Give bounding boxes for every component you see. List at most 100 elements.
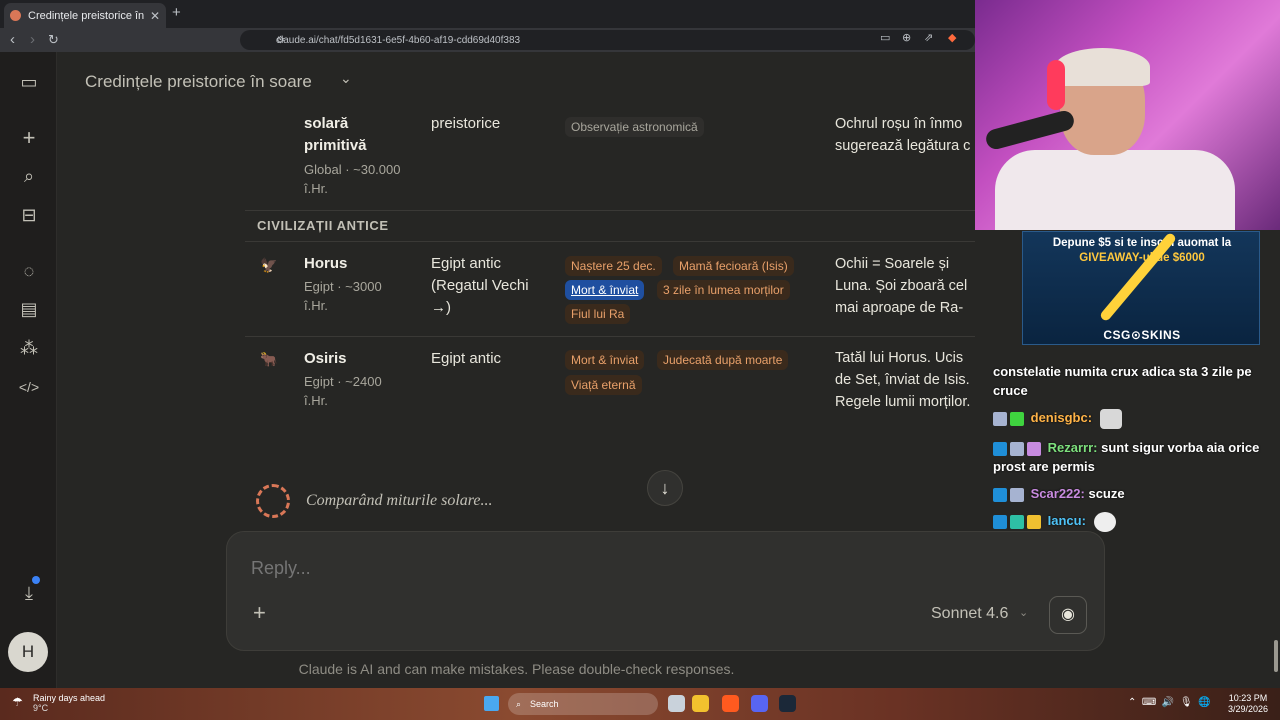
- table-cell-meta: Egipt · ~2400 î.Hr.: [304, 374, 382, 408]
- close-tab-icon[interactable]: ✕: [150, 9, 160, 23]
- chat-username: denisgbc:: [1030, 410, 1093, 425]
- table-divider: [245, 336, 975, 337]
- falcon-icon: 🦅: [260, 257, 278, 273]
- taskbar-search[interactable]: ⌕ Search: [508, 693, 658, 715]
- chat-main: Credințele preistorice în soare ⌄ solară…: [58, 52, 1105, 688]
- brave-browser-icon[interactable]: [722, 695, 739, 712]
- clock-date: 3/29/2026: [1228, 704, 1269, 714]
- file-explorer-icon[interactable]: [692, 695, 709, 712]
- banner-text: Depune $5 si te inscrii auomat la GIVEAW…: [1029, 236, 1255, 266]
- avatar[interactable]: H: [8, 632, 48, 672]
- tag: 3 zile în lumea morților: [657, 280, 790, 300]
- table-cell-period: preistorice: [431, 115, 501, 132]
- scrollbar[interactable]: [1274, 640, 1278, 672]
- weather-temp: 9°C: [33, 703, 49, 713]
- clock[interactable]: 10:23 PM 3/29/2026: [1228, 693, 1268, 715]
- download-icon[interactable]: ⤓: [16, 580, 42, 606]
- forward-icon[interactable]: ›: [30, 31, 35, 49]
- brave-shield-icon[interactable]: ◆: [948, 31, 956, 44]
- share-icon[interactable]: ⇗: [924, 31, 933, 44]
- microphone-icon: [983, 108, 1077, 152]
- emote-icon: [1093, 511, 1116, 532]
- tab-title: Credințele preistorice în soare ·: [28, 9, 144, 22]
- chat-username: Iancu:: [1047, 513, 1086, 528]
- badge-icon: [993, 487, 1007, 502]
- chats-icon[interactable]: ◌: [16, 258, 42, 284]
- headphones-icon: [1047, 60, 1065, 110]
- badge-icon: [1027, 514, 1041, 529]
- tag: Judecată după moarte: [657, 350, 789, 370]
- section-heading: CIVILIZAȚII ANTICE: [257, 218, 389, 233]
- chat-message: Rezarrr: sunt sigur vorba aia orice pros…: [993, 438, 1263, 476]
- cast-icon[interactable]: ▭: [880, 31, 890, 44]
- bull-icon: 🐂: [260, 351, 278, 367]
- reload-icon[interactable]: ↻: [48, 31, 59, 49]
- add-attachment-button[interactable]: +: [253, 600, 266, 626]
- tag: Naștere 25 dec.: [565, 256, 662, 276]
- library-icon[interactable]: ▤: [16, 296, 42, 322]
- chat-message-text: constelatie numita crux adica sta 3 zile…: [993, 364, 1252, 398]
- task-view-icon[interactable]: [668, 695, 685, 712]
- tag: Fiul lui Ra: [565, 304, 631, 324]
- chat-message: denisgbc:: [993, 408, 1122, 429]
- steam-icon[interactable]: [779, 695, 796, 712]
- code-icon[interactable]: </>: [16, 374, 42, 400]
- table-cell-desc: Ochii = Soarele și Luna. Șoi zboară cel …: [835, 256, 968, 316]
- weather-widget[interactable]: ☂ Rainy days ahead 9°C: [12, 693, 105, 713]
- rain-cloud-icon: ☂: [12, 695, 23, 709]
- notification-dot: [32, 576, 40, 584]
- badge-icon: [993, 441, 1007, 456]
- system-tray[interactable]: ⌃ ⌨ 🔊 🎙 🌐: [1128, 697, 1211, 708]
- site-settings-icon[interactable]: ⚙: [276, 35, 285, 46]
- search-icon: ⌕: [516, 699, 522, 709]
- toggle-sidebar-icon[interactable]: ▭: [16, 69, 42, 95]
- sponsor-banner: Depune $5 si te inscrii auomat la GIVEAW…: [1022, 231, 1260, 345]
- badge-icon: [993, 411, 1007, 426]
- chat-username: Scar222:: [1030, 486, 1085, 501]
- zoom-icon[interactable]: ⊕: [902, 31, 911, 44]
- table-cell-desc: Tatăl lui Horus. Ucis de Set, înviat de …: [835, 350, 971, 410]
- table-cell-name: Osiris: [304, 350, 347, 367]
- windows-start-icon[interactable]: [484, 696, 499, 711]
- streamer-cap: [1055, 48, 1150, 86]
- search-icon[interactable]: ⌕: [16, 163, 42, 189]
- chat-message: Scar222: scuze: [993, 484, 1125, 503]
- chat-username: Rezarrr:: [1047, 440, 1098, 455]
- back-icon[interactable]: ‹: [10, 31, 15, 49]
- new-tab-button[interactable]: +: [172, 4, 181, 21]
- apps-icon[interactable]: ⁂: [16, 335, 42, 361]
- browser-tab[interactable]: Credințele preistorice în soare · ✕: [4, 3, 166, 28]
- table-cell-desc: Ochrul roșu în înmo sugerează legătura c: [835, 116, 971, 154]
- table-divider: [245, 210, 975, 211]
- loading-status: Comparând miturile solare...: [306, 492, 493, 509]
- scroll-to-bottom-button[interactable]: ↓: [647, 470, 683, 506]
- badge-icon: [1010, 441, 1024, 456]
- tag-selected: Mort & înviat: [565, 280, 645, 300]
- tag: Observație astronomică: [565, 117, 704, 137]
- voice-mode-button[interactable]: ◉: [1049, 596, 1087, 634]
- model-selector[interactable]: Sonnet 4.6: [931, 605, 1008, 623]
- loading-spinner-icon: [256, 484, 290, 518]
- table-divider: [245, 241, 975, 242]
- new-chat-icon[interactable]: +: [16, 125, 42, 151]
- taskbar-search-label: Search: [530, 699, 559, 709]
- claude-favicon-icon: [10, 10, 21, 21]
- discord-icon[interactable]: [751, 695, 768, 712]
- gift-icon: [1027, 441, 1041, 456]
- projects-icon[interactable]: ⊟: [16, 202, 42, 228]
- table-cell-name: solară primitivă: [304, 115, 367, 154]
- url-field[interactable]: ⚙ claude.ai/chat/fd5d1631-6e5f-4b60-af19…: [240, 30, 975, 50]
- reply-input[interactable]: [251, 558, 851, 579]
- webcam-overlay: [975, 0, 1280, 230]
- sidebar: ▭ + ⌕ ⊟ ◌ ▤ ⁂ </> ⤓ H: [0, 52, 57, 688]
- badge-icon: [1010, 514, 1024, 529]
- badge-icon: [1010, 487, 1024, 502]
- tag: Mamă fecioară (Isis): [673, 256, 794, 276]
- chevron-down-icon[interactable]: ⌄: [1019, 606, 1028, 619]
- table-cell-period: Egipt antic (Regatul Vechi →): [431, 255, 529, 316]
- chevron-down-icon[interactable]: ⌄: [340, 70, 352, 87]
- taskbar: ☂ Rainy days ahead 9°C ⌕ Search ⌃ ⌨ 🔊 🎙 …: [0, 688, 1280, 720]
- weather-title: Rainy days ahead: [33, 693, 106, 703]
- clock-time: 10:23 PM: [1228, 693, 1268, 703]
- chat-title[interactable]: Credințele preistorice în soare: [85, 72, 312, 92]
